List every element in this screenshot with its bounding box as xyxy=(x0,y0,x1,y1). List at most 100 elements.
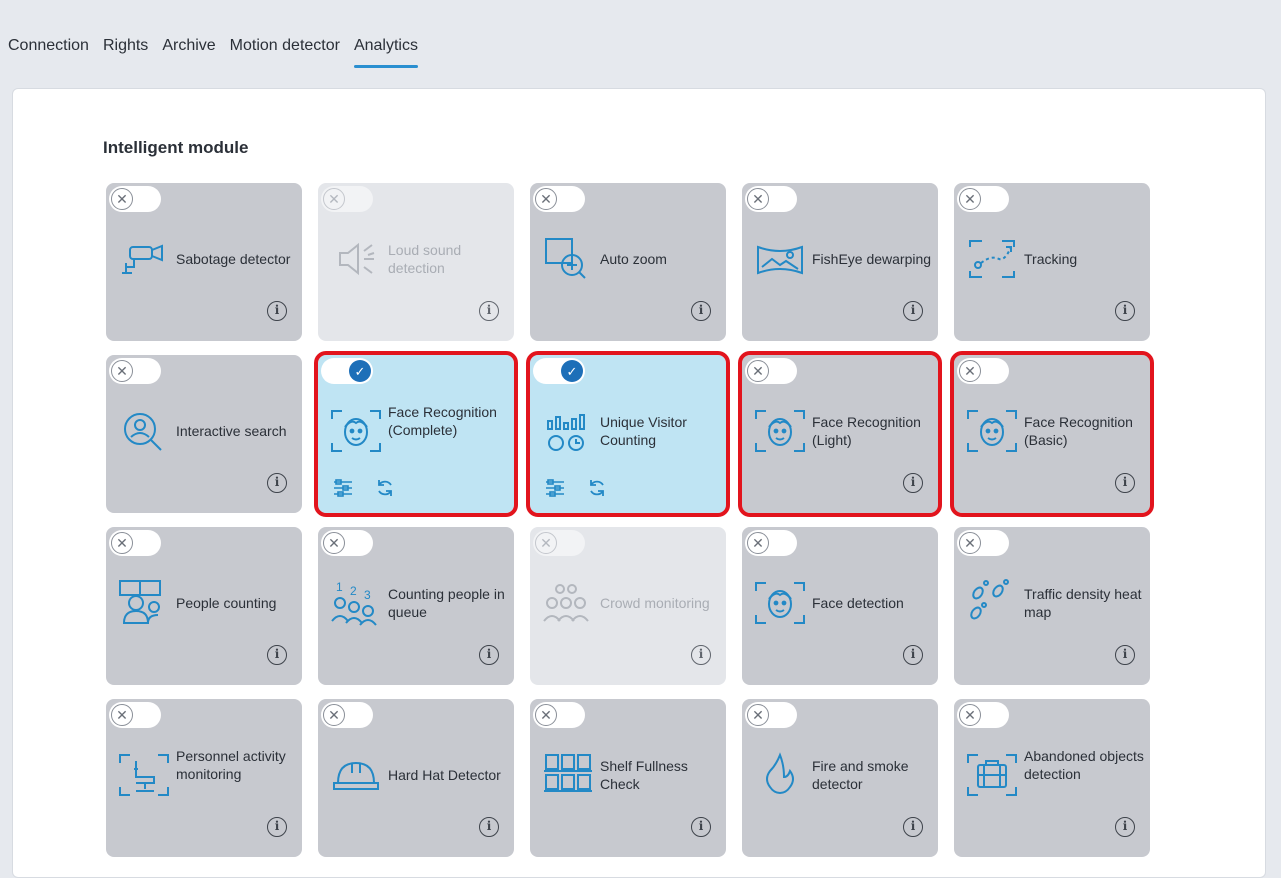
module-toggle[interactable]: ✕ xyxy=(745,358,797,384)
module-label: Loud sound detection xyxy=(388,242,462,276)
module-card-interactive-search[interactable]: ✕ Interactive search i xyxy=(106,355,302,513)
module-toggle[interactable]: ✕ xyxy=(321,530,373,556)
module-card-unique-visitor-counting[interactable]: ✓ Unique Visitor Counting xyxy=(526,351,730,517)
module-card-shelf-fullness-check[interactable]: ✕ Shelf Fullness Check i xyxy=(530,699,726,857)
module-actions xyxy=(544,477,608,499)
module-label: Personnel activity monitoring xyxy=(176,748,286,782)
module-label: Hard Hat Detector xyxy=(388,767,501,783)
module-card-abandoned-objects-detection[interactable]: ✕ Abandoned objects detection i xyxy=(954,699,1150,857)
tab-motion-detector[interactable]: Motion detector xyxy=(230,30,340,68)
tab-analytics[interactable]: Analytics xyxy=(353,30,419,68)
module-toggle[interactable]: ✕ xyxy=(745,702,797,728)
info-icon[interactable]: i xyxy=(1115,645,1135,665)
module-label: Face Recognition (Complete) xyxy=(388,404,497,438)
module-card-traffic-density-heat-map[interactable]: ✕ Traffic density heat map i xyxy=(954,527,1150,685)
close-icon: ✕ xyxy=(111,188,133,210)
module-card-hard-hat-detector[interactable]: ✕ Hard Hat Detector i xyxy=(318,699,514,857)
info-icon[interactable]: i xyxy=(903,301,923,321)
hard-hat-icon xyxy=(328,749,384,801)
module-card-crowd-monitoring[interactable]: ✕ Crowd monitoring i xyxy=(530,527,726,685)
refresh-icon[interactable] xyxy=(374,477,396,499)
svg-text:1: 1 xyxy=(336,580,343,594)
info-icon[interactable]: i xyxy=(691,645,711,665)
module-card-loud-sound-detection[interactable]: ✕ Loud sound detection i xyxy=(318,183,514,341)
info-icon[interactable]: i xyxy=(903,817,923,837)
module-card-tracking[interactable]: ✕ Tracking i xyxy=(954,183,1150,341)
tab-rights[interactable]: Rights xyxy=(103,30,148,68)
info-icon[interactable]: i xyxy=(479,645,499,665)
module-card-personnel-activity-monitoring[interactable]: ✕ Personnel activity monitoring i xyxy=(106,699,302,857)
info-icon[interactable]: i xyxy=(691,817,711,837)
close-icon: ✕ xyxy=(959,360,981,382)
info-icon[interactable]: i xyxy=(1115,817,1135,837)
module-label: Crowd monitoring xyxy=(600,595,710,611)
queue-icon: 123 xyxy=(328,577,384,629)
info-icon[interactable]: i xyxy=(479,301,499,321)
module-label: FishEye dewarping xyxy=(812,251,932,267)
info-icon[interactable]: i xyxy=(691,301,711,321)
module-toggle[interactable]: ✕ xyxy=(745,186,797,212)
check-icon: ✓ xyxy=(561,360,583,382)
settings-sliders-icon[interactable] xyxy=(544,477,566,499)
crowd-icon xyxy=(540,577,596,629)
info-icon[interactable]: i xyxy=(903,473,923,493)
tab-connection[interactable]: Connection xyxy=(8,30,89,68)
refresh-icon[interactable] xyxy=(586,477,608,499)
module-card-face-detection[interactable]: ✕ Face detection i xyxy=(742,527,938,685)
face-frame-icon xyxy=(328,405,384,457)
info-icon[interactable]: i xyxy=(267,473,287,493)
module-toggle[interactable]: ✕ xyxy=(957,702,1009,728)
module-card-face-recognition-light[interactable]: ✕ Face Recognition (Light) i xyxy=(738,351,942,517)
info-icon[interactable]: i xyxy=(267,645,287,665)
svg-text:3: 3 xyxy=(364,588,371,602)
module-card-face-recognition-basic[interactable]: ✕ Face Recognition (Basic) i xyxy=(950,351,1154,517)
close-icon: ✕ xyxy=(323,532,345,554)
module-card-auto-zoom[interactable]: ✕ Auto zoom i xyxy=(530,183,726,341)
info-icon[interactable]: i xyxy=(267,301,287,321)
module-toggle[interactable]: ✓ xyxy=(533,358,585,384)
module-toggle[interactable]: ✕ xyxy=(109,186,161,212)
module-toggle[interactable]: ✕ xyxy=(957,358,1009,384)
module-label: Interactive search xyxy=(176,423,287,439)
module-toggle[interactable]: ✕ xyxy=(109,530,161,556)
module-card-people-counting[interactable]: ✕ People counting i xyxy=(106,527,302,685)
module-card-counting-people-in-queue[interactable]: ✕ 1 2 3 Counting people in queue i xyxy=(318,527,514,685)
close-icon: ✕ xyxy=(535,532,557,554)
shelf-icon xyxy=(540,749,596,801)
tab-bar: Connection Rights Archive Motion detector An… xyxy=(0,30,432,68)
visitor-stats-icon xyxy=(540,405,596,457)
info-icon[interactable]: i xyxy=(267,817,287,837)
module-label: Face detection xyxy=(812,595,904,611)
module-toggle[interactable]: ✓ xyxy=(321,358,373,384)
module-label: Unique Visitor Counting xyxy=(600,414,687,448)
module-card-fisheye-dewarping[interactable]: ✕ FishEye dewarping i xyxy=(742,183,938,341)
module-toggle[interactable]: ✕ xyxy=(109,358,161,384)
tab-archive[interactable]: Archive xyxy=(162,30,215,68)
module-card-face-recognition-complete[interactable]: ✓ Face Recognition (Complete) xyxy=(314,351,518,517)
fire-icon xyxy=(752,749,808,801)
info-icon[interactable]: i xyxy=(1115,473,1135,493)
speaker-icon xyxy=(328,233,384,285)
info-icon[interactable]: i xyxy=(903,645,923,665)
module-toggle[interactable]: ✕ xyxy=(957,186,1009,212)
module-label: Traffic density heat map xyxy=(1024,586,1142,620)
face-frame-icon xyxy=(752,577,808,629)
info-icon[interactable]: i xyxy=(479,817,499,837)
panorama-icon xyxy=(752,233,808,285)
module-label: Abandoned objects detection xyxy=(1024,748,1144,782)
module-card-fire-and-smoke-detector[interactable]: ✕ Fire and smoke detector i xyxy=(742,699,938,857)
module-toggle[interactable]: ✕ xyxy=(533,702,585,728)
info-icon[interactable]: i xyxy=(1115,301,1135,321)
module-toggle[interactable]: ✕ xyxy=(109,702,161,728)
module-card-sabotage-detector[interactable]: ✕ Sabotage detector i xyxy=(106,183,302,341)
settings-sliders-icon[interactable] xyxy=(332,477,354,499)
module-toggle[interactable]: ✕ xyxy=(957,530,1009,556)
module-label: People counting xyxy=(176,595,277,611)
module-toggle[interactable]: ✕ xyxy=(533,186,585,212)
close-icon: ✕ xyxy=(747,532,769,554)
module-toggle[interactable]: ✕ xyxy=(745,530,797,556)
close-icon: ✕ xyxy=(747,704,769,726)
close-icon: ✕ xyxy=(747,360,769,382)
module-toggle[interactable]: ✕ xyxy=(321,702,373,728)
check-icon: ✓ xyxy=(349,360,371,382)
